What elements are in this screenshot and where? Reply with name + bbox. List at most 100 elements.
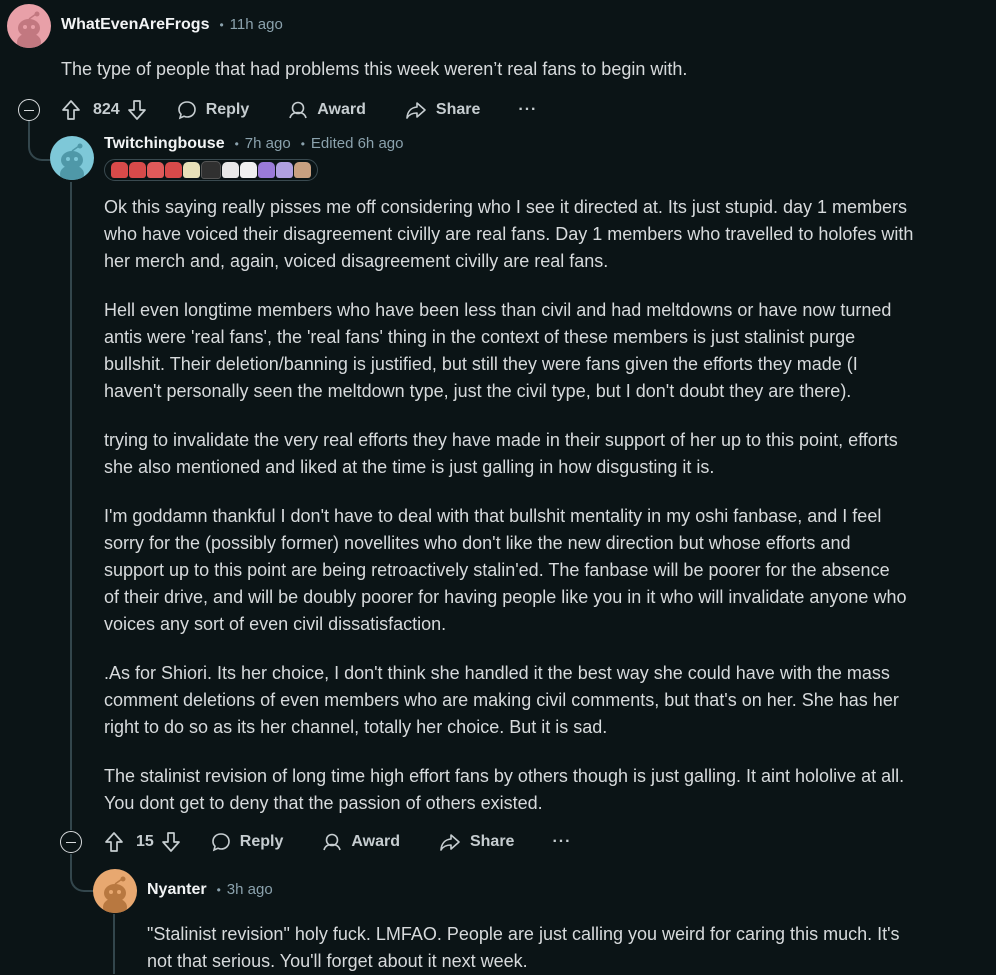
collapse-button[interactable] (18, 99, 40, 121)
flair-emoji-icon (293, 162, 312, 178)
separator-dot: • (216, 882, 221, 897)
text-line: Ok this saying really pisses me off cons… (104, 197, 908, 217)
timestamp[interactable]: 3h ago (227, 881, 273, 898)
action-bar: 15 Reply Award Share ··· (104, 829, 571, 855)
text-line: her merch and, again, voiced disagreemen… (104, 251, 609, 271)
thread-connector (28, 121, 52, 161)
share-label: Share (435, 101, 481, 118)
separator-dot: • (219, 17, 224, 32)
flair-emoji-icon (147, 162, 165, 178)
text-line: support up to this point are being retro… (104, 560, 890, 580)
comment-header: Twitchingbouse • 7h ago • Edited 6h ago (104, 135, 403, 153)
avatar[interactable] (50, 136, 94, 180)
thread-line (113, 914, 115, 974)
flair-emoji-icon (201, 161, 221, 179)
share-button[interactable]: Share (438, 832, 514, 852)
snoo-avatar-icon (60, 143, 84, 180)
avatar[interactable] (7, 4, 51, 48)
share-arrow-icon (440, 834, 460, 851)
user-flair (104, 159, 318, 181)
text-line: not that serious. You'll forget about it… (147, 951, 528, 971)
award-icon (323, 833, 342, 851)
comment-paragraph: The stalinist revision of long time high… (104, 763, 994, 817)
text-line: voices any sort of even civil dissatisfa… (104, 614, 447, 634)
more-options-button[interactable]: ··· (552, 833, 571, 851)
comment-body: Ok this saying really pisses me off cons… (104, 194, 994, 817)
separator-dot: • (300, 136, 305, 151)
comment-body: "Stalinist revision" holy fuck. LMFAO. P… (147, 921, 992, 975)
text-line: Hell even longtime members who have been… (104, 300, 892, 320)
reply-label: Reply (239, 833, 284, 850)
speech-bubble-icon (177, 101, 196, 120)
share-button[interactable]: Share (404, 100, 480, 120)
timestamp[interactable]: 7h ago (245, 135, 291, 152)
comment-header: Nyanter • 3h ago (147, 881, 273, 899)
action-bar: 824 Reply Award Share ··· (61, 97, 537, 123)
award-button[interactable]: Award (321, 832, 400, 852)
flair-emoji-icon (165, 162, 183, 178)
award-label: Award (317, 101, 366, 118)
flair-emoji-icon (221, 162, 239, 178)
timestamp[interactable]: 11h ago (230, 16, 283, 33)
collapse-button[interactable] (60, 831, 82, 853)
comment-body: The type of people that had problems thi… (61, 56, 981, 83)
comment-paragraph: The type of people that had problems thi… (61, 59, 688, 79)
snoo-avatar-icon (103, 876, 127, 913)
username[interactable]: Twitchingbouse (104, 135, 225, 152)
text-line: bullshit. Their deletion/banning is just… (104, 354, 858, 374)
award-label: Award (351, 833, 400, 850)
arrow-up-icon (62, 100, 80, 120)
arrow-down-icon (161, 832, 180, 852)
username[interactable]: Nyanter (147, 881, 207, 898)
downvote-button[interactable] (127, 99, 147, 121)
award-icon (289, 101, 308, 119)
flair-emoji-icon (111, 162, 129, 178)
more-options-icon: ··· (552, 833, 572, 850)
text-line: I'm goddamn thankful I don't have to dea… (104, 506, 882, 526)
more-options-button[interactable]: ··· (518, 101, 537, 119)
share-label: Share (469, 833, 515, 850)
text-line: sorry for the (possibly former) novellit… (104, 533, 851, 553)
speech-bubble-icon (211, 833, 230, 852)
flair-emoji-icon (275, 162, 293, 178)
comment-paragraph: trying to invalidate the very real effor… (104, 427, 994, 481)
flair-emoji-icon (239, 162, 257, 178)
arrow-down-icon (127, 100, 146, 120)
flair-emoji-icon (129, 162, 147, 178)
upvote-button[interactable] (104, 831, 126, 853)
text-line: she also mentioned and liked at the time… (104, 457, 715, 477)
comment-header: WhatEvenAreFrogs • 11h ago (61, 16, 283, 34)
thread-connector (70, 854, 94, 892)
comment-paragraph: Hell even longtime members who have been… (104, 297, 994, 405)
avatar[interactable] (93, 869, 137, 913)
vote-count: 824 (93, 101, 120, 118)
text-line: haven't personally seen the meltdown typ… (104, 381, 852, 401)
text-line: who have voiced their disagreement civil… (104, 224, 914, 244)
downvote-button[interactable] (161, 831, 181, 853)
reply-label: Reply (205, 101, 250, 118)
text-line: antis were 'real fans', the 'real fans' … (104, 327, 856, 347)
comment-paragraph: .As for Shiori. Its her choice, I don't … (104, 660, 994, 741)
more-options-icon: ··· (518, 101, 538, 118)
vote-count: 15 (136, 833, 154, 850)
text-line: comment deletions of even members who ar… (104, 690, 899, 710)
text-line: right to do so as its her channel, total… (104, 717, 608, 737)
reply-button[interactable]: Reply (177, 100, 250, 120)
edited-label: Edited 6h ago (310, 135, 404, 152)
snoo-avatar-icon (17, 11, 41, 48)
reply-button[interactable]: Reply (211, 832, 284, 852)
share-arrow-icon (406, 102, 426, 119)
flair-emoji-icon (257, 162, 275, 178)
award-button[interactable]: Award (287, 100, 366, 120)
text-line: of their drive, and will be doubly poore… (104, 587, 907, 607)
comment-paragraph: "Stalinist revision" holy fuck. LMFAO. P… (147, 921, 992, 975)
text-line: You dont get to deny that the passion of… (104, 793, 543, 813)
text-line: "Stalinist revision" holy fuck. LMFAO. P… (147, 924, 900, 944)
comment-paragraph: Ok this saying really pisses me off cons… (104, 194, 994, 275)
flair-emoji-icon (183, 162, 201, 178)
text-line: trying to invalidate the very real effor… (104, 430, 898, 450)
text-line: The stalinist revision of long time high… (104, 766, 905, 786)
thread-line (70, 182, 72, 830)
username[interactable]: WhatEvenAreFrogs (61, 16, 209, 33)
upvote-button[interactable] (61, 99, 83, 121)
